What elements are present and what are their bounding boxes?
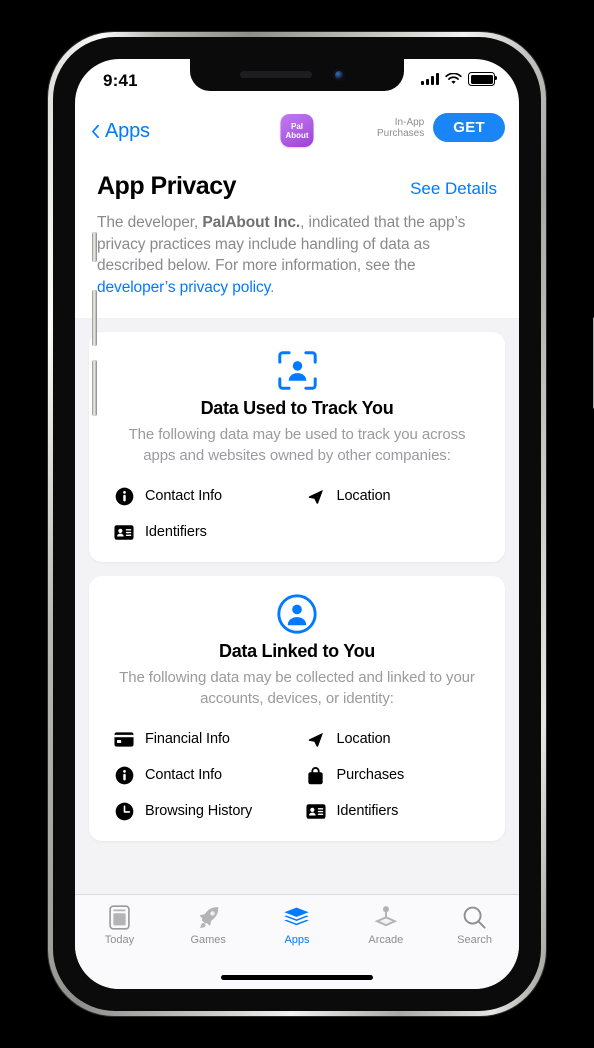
main-content: App Privacy See Details The developer, P… [75,158,519,939]
list-item: Identifiers [305,801,490,821]
chevron-left-icon [92,125,99,138]
list-item: Location [306,729,490,749]
clock-icon [114,801,134,821]
person-circle-icon [105,594,489,634]
back-button-label: Apps [105,120,150,142]
info-circle-icon [114,765,134,785]
location-arrow-icon [306,729,326,749]
shopping-bag-icon [306,765,326,785]
list-item-label: Financial Info [145,731,230,747]
data-type-list: Financial Info Location Contact Info Pur… [105,729,489,821]
privacy-card-tracking: Data Used to Track You The following dat… [89,332,505,562]
privacy-description: The developer, PalAbout Inc., indicated … [97,212,497,298]
list-item-label: Identifiers [145,524,207,540]
card-title: Data Used to Track You [200,398,394,418]
get-button[interactable]: GET [433,113,505,142]
list-item: Identifiers [114,522,298,542]
tab-search[interactable]: Search [430,904,519,946]
iphone-device-frame: 9:41 Apps Pal About In-App Purchases GET… [48,32,594,1016]
screenshot-root: 9:41 Apps Pal About In-App Purchases GET… [0,0,594,1048]
header-title-row: App Privacy See Details [97,172,497,201]
desc-part3: . [270,278,275,296]
tab-games[interactable]: Games [164,904,253,946]
tab-arcade[interactable]: Arcade [341,904,430,946]
identification-card-icon [305,801,326,821]
app-privacy-header: App Privacy See Details The developer, P… [75,158,519,318]
data-type-list: Contact Info Location Identifiers [105,486,489,542]
earpiece-speaker [240,71,312,78]
tab-label: Today [104,934,135,946]
app-icon-line1: Pal [290,121,303,131]
list-item: Contact Info [114,486,298,506]
wifi-icon [445,73,462,84]
list-item-label: Purchases [336,767,405,783]
tab-label: Games [190,934,226,946]
silent-switch[interactable] [92,232,97,262]
magnifier-icon [462,904,487,931]
see-details-link[interactable]: See Details [410,179,497,199]
list-item-label: Location [336,731,391,747]
location-arrow-icon [306,486,326,506]
list-item-label: Contact Info [145,488,222,504]
back-button[interactable]: Apps [89,120,150,143]
list-item: Purchases [306,765,490,785]
iap-line2: Purchases [377,127,425,139]
page-title: App Privacy [97,172,237,200]
identification-card-icon [114,522,134,542]
device-screen: 9:41 Apps Pal About In-App Purchases GET… [75,59,519,989]
list-item-label: Browsing History [145,803,253,819]
list-item: Contact Info [114,765,298,785]
list-item-label: Location [336,488,391,504]
tab-apps[interactable]: Apps [253,904,342,946]
list-item: Financial Info [114,729,298,749]
card-title: Data Linked to You [219,641,375,661]
stacked-layers-icon [283,904,310,931]
card-subtitle: The following data may be used to track … [128,426,466,464]
list-item-label: Identifiers [336,803,399,819]
privacy-policy-link[interactable]: developer’s privacy policy [97,279,270,296]
cellular-signal-icon [421,73,439,85]
nav-right-group: In-App Purchases GET [377,113,505,142]
navigation-bar: Apps Pal About In-App Purchases GET [75,105,519,159]
face-tracking-icon [105,350,489,391]
home-indicator[interactable] [221,975,373,980]
app-icon-line2: About [285,130,309,140]
desc-part1: The developer, [97,214,203,231]
today-document-icon [108,904,131,931]
list-item: Browsing History [114,801,298,821]
status-bar-clock: 9:41 [103,71,138,90]
credit-card-icon [114,729,134,749]
status-bar-indicators [421,72,498,86]
list-item-label: Contact Info [145,767,222,783]
device-notch [190,59,404,91]
tab-label: Search [457,934,493,946]
battery-icon [468,72,498,86]
app-icon[interactable]: Pal About [280,114,314,147]
list-item: Location [306,486,490,506]
in-app-purchases-label: In-App Purchases [377,117,424,139]
volume-down-button[interactable] [92,360,97,416]
card-subtitle: The following data may be collected and … [119,669,475,707]
tab-today[interactable]: Today [75,904,164,946]
developer-name: PalAbout Inc. [202,214,301,231]
joystick-icon [373,904,399,931]
privacy-card-linked: Data Linked to You The following data ma… [89,576,505,841]
rocket-icon [196,904,221,931]
iap-line1: In-App [394,116,425,128]
tab-label: Apps [284,934,310,946]
front-camera [332,68,346,82]
volume-up-button[interactable] [92,290,97,346]
info-circle-icon [114,486,134,506]
tab-label: Arcade [368,934,404,946]
